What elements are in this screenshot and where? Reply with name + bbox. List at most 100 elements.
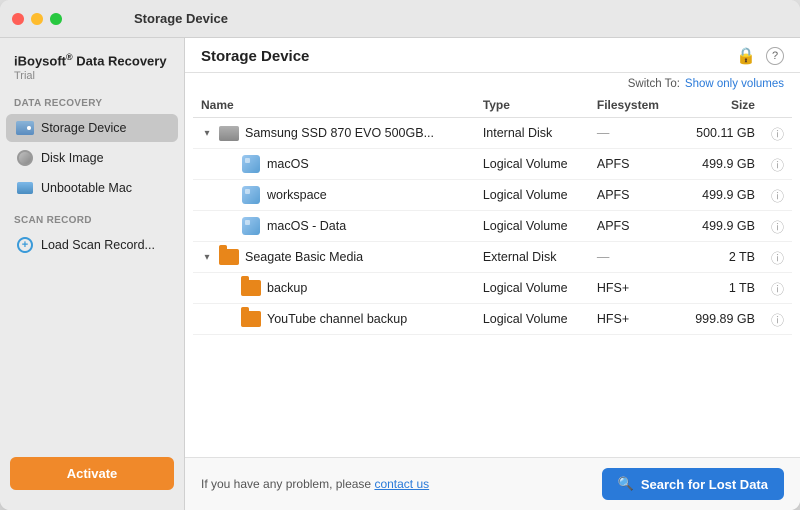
maximize-button[interactable] — [50, 13, 62, 25]
cell-name: macOS — [193, 149, 475, 180]
sidebar-item-unbootable-mac[interactable]: Unbootable Mac — [6, 174, 178, 202]
sidebar: iBoysoft® Data Recovery Trial Data Recov… — [0, 38, 185, 510]
device-name-label: Samsung SSD 870 EVO 500GB... — [245, 126, 434, 140]
search-button-icon: 🔍 — [618, 476, 634, 492]
cell-filesystem: APFS — [589, 211, 677, 242]
ssd-device-icon — [219, 123, 239, 143]
show-only-volumes-link[interactable]: Show only volumes — [685, 78, 784, 90]
lock-icon[interactable]: 🔒 — [736, 46, 756, 66]
sidebar-item-storage-device[interactable]: Storage Device — [6, 114, 178, 142]
table-row[interactable]: workspace Logical VolumeAPFS499.9 GB ⓘ — [193, 180, 792, 211]
cell-filesystem: APFS — [589, 180, 677, 211]
table-header: Name Type Filesystem Size — [193, 93, 792, 118]
cell-size: 1 TB — [677, 273, 763, 304]
sidebar-item-load-scan-label: Load Scan Record... — [41, 238, 155, 252]
table-row[interactable]: ▾Seagate Basic MediaExternal Disk—2 TBⓘ — [193, 242, 792, 273]
cell-filesystem: HFS+ — [589, 304, 677, 335]
sidebar-bottom: Activate — [0, 447, 184, 500]
content-area: Storage Device 🔒 ? Switch To: Show only … — [185, 38, 800, 510]
chevron-icon[interactable]: ▾ — [201, 252, 213, 263]
table-row[interactable]: backupLogical VolumeHFS+1 TBⓘ — [193, 273, 792, 304]
folder-orange-device-icon — [241, 309, 261, 329]
cell-info: ⓘ — [763, 211, 792, 242]
table-row[interactable]: ▾ Samsung SSD 870 EVO 500GB... Internal Di… — [193, 118, 792, 149]
sidebar-item-load-scan[interactable]: + Load Scan Record... — [6, 231, 178, 259]
section-data-recovery-label: Data Recovery — [0, 86, 184, 113]
cell-type: Logical Volume — [475, 149, 589, 180]
cell-info: ⓘ — [763, 118, 792, 149]
info-icon[interactable]: ⓘ — [771, 220, 784, 235]
sidebar-item-disk-image[interactable]: Disk Image — [6, 144, 178, 172]
cell-type: Logical Volume — [475, 180, 589, 211]
unbootable-mac-icon — [16, 179, 34, 197]
cell-filesystem: HFS+ — [589, 273, 677, 304]
footer-message: If you have any problem, please contact … — [201, 477, 429, 491]
cell-size: 500.11 GB — [677, 118, 763, 149]
load-scan-icon: + — [16, 236, 34, 254]
app-branding: iBoysoft® Data Recovery Trial — [0, 52, 184, 86]
cell-info: ⓘ — [763, 304, 792, 335]
activate-button[interactable]: Activate — [10, 457, 174, 490]
cell-info: ⓘ — [763, 180, 792, 211]
folder-orange-device-icon — [219, 247, 239, 267]
cell-type: Logical Volume — [475, 304, 589, 335]
contact-us-link[interactable]: contact us — [374, 477, 429, 491]
cell-size: 2 TB — [677, 242, 763, 273]
col-filesystem: Filesystem — [589, 93, 677, 118]
col-type: Type — [475, 93, 589, 118]
info-icon[interactable]: ⓘ — [771, 158, 784, 173]
cell-size: 999.89 GB — [677, 304, 763, 335]
cell-type: Logical Volume — [475, 211, 589, 242]
cell-name: macOS - Data — [193, 211, 475, 242]
close-button[interactable] — [12, 13, 24, 25]
info-icon[interactable]: ⓘ — [771, 189, 784, 204]
col-size: Size — [677, 93, 763, 118]
cell-name: ▾ Samsung SSD 870 EVO 500GB... — [193, 118, 475, 149]
sidebar-item-disk-image-label: Disk Image — [41, 151, 104, 165]
search-button-label: Search for Lost Data — [641, 477, 768, 492]
minimize-button[interactable] — [31, 13, 43, 25]
cell-type: External Disk — [475, 242, 589, 273]
table-row[interactable]: macOS - Data Logical VolumeAPFS499.9 GB ⓘ — [193, 211, 792, 242]
cell-size: 499.9 GB — [677, 149, 763, 180]
info-icon[interactable]: ⓘ — [771, 127, 784, 142]
cell-filesystem: — — [589, 118, 677, 149]
info-icon[interactable]: ⓘ — [771, 313, 784, 328]
traffic-lights — [12, 13, 62, 25]
disk-image-icon — [16, 149, 34, 167]
table-body: ▾ Samsung SSD 870 EVO 500GB... Internal Di… — [193, 118, 792, 335]
device-name-label: macOS - Data — [267, 219, 346, 233]
chevron-icon[interactable]: ▾ — [201, 128, 213, 139]
cell-size: 499.9 GB — [677, 211, 763, 242]
window-title: Storage Device — [134, 11, 228, 26]
folder-orange-device-icon — [241, 278, 261, 298]
info-icon[interactable]: ⓘ — [771, 251, 784, 266]
vol-mac-device-icon — [241, 185, 261, 205]
device-name-label: backup — [267, 281, 307, 295]
table-row[interactable]: YouTube channel backupLogical VolumeHFS+… — [193, 304, 792, 335]
vol-mac-device-icon — [241, 216, 261, 236]
devices-table-container: Name Type Filesystem Size ▾ Samsung SSD 8… — [185, 93, 800, 457]
cell-size: 499.9 GB — [677, 180, 763, 211]
cell-type: Internal Disk — [475, 118, 589, 149]
cell-name: ▾Seagate Basic Media — [193, 242, 475, 273]
header-icons: 🔒 ? — [736, 46, 784, 66]
devices-table: Name Type Filesystem Size ▾ Samsung SSD 8… — [193, 93, 792, 335]
cell-info: ⓘ — [763, 273, 792, 304]
help-icon[interactable]: ? — [766, 47, 784, 65]
device-name-label: macOS — [267, 157, 309, 171]
cell-name: backup — [193, 273, 475, 304]
title-bar: Storage Device — [0, 0, 800, 38]
app-window: Storage Device iBoysoft® Data Recovery T… — [0, 0, 800, 510]
sidebar-item-storage-device-label: Storage Device — [41, 121, 126, 135]
search-lost-data-button[interactable]: 🔍 Search for Lost Data — [602, 468, 784, 500]
device-name-label: workspace — [267, 188, 327, 202]
section-scan-record-label: Scan Record — [0, 203, 184, 230]
cell-name: YouTube channel backup — [193, 304, 475, 335]
info-icon[interactable]: ⓘ — [771, 282, 784, 297]
switch-to-label: Switch To: — [628, 78, 680, 90]
storage-device-icon — [16, 119, 34, 137]
vol-mac-device-icon — [241, 154, 261, 174]
cell-info: ⓘ — [763, 149, 792, 180]
table-row[interactable]: macOSLogical VolumeAPFS499.9 GBⓘ — [193, 149, 792, 180]
